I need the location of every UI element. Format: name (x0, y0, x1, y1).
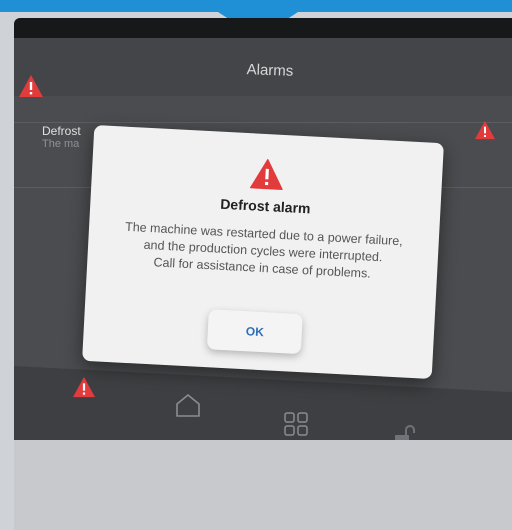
top-banner (0, 0, 512, 12)
device-frame-bottom (14, 440, 512, 530)
ok-button[interactable]: OK (206, 309, 303, 355)
alarm-row-title: Defrost (42, 124, 81, 138)
dialog-message: The machine was restarted due to a power… (103, 218, 423, 286)
warning-icon (250, 159, 283, 190)
warning-icon (19, 75, 43, 97)
warning-icon (475, 120, 495, 140)
home-icon[interactable] (174, 392, 202, 418)
grid-icon[interactable] (282, 410, 310, 438)
nav-warning-icon[interactable] (72, 376, 96, 398)
dialog-title: Defrost alarm (219, 195, 311, 217)
alarm-dialog: Defrost alarm The machine was restarted … (82, 125, 444, 379)
alarm-row-subtitle: The ma (42, 138, 80, 150)
